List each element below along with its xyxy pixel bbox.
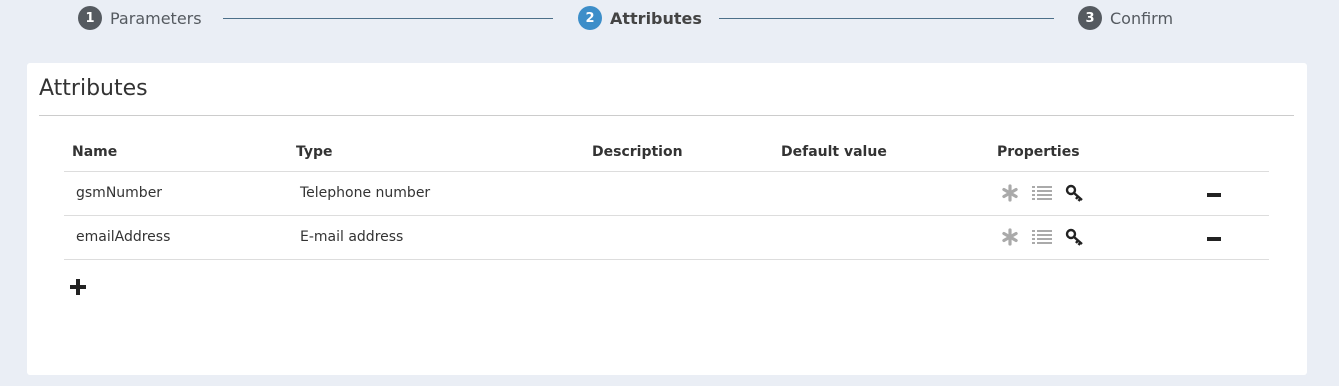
plus-icon[interactable]	[69, 278, 87, 300]
column-header-default-value: Default value	[781, 143, 887, 160]
column-header-type: Type	[296, 143, 333, 160]
attribute-name: emailAddress	[64, 214, 288, 260]
attribute-type: E-mail address	[288, 214, 584, 260]
attribute-description	[584, 214, 773, 260]
attribute-type: Telephone number	[288, 170, 584, 215]
attribute-actions	[1189, 170, 1269, 215]
step-number: 3	[1078, 6, 1102, 30]
table-header-row: Name Type Description Default value Prop…	[64, 133, 1269, 171]
key-icon[interactable]	[1065, 184, 1085, 202]
column-header-actions	[1189, 133, 1269, 171]
attribute-default-value	[773, 170, 989, 215]
step-attributes[interactable]: 2 Attributes	[578, 5, 702, 31]
step-label: Attributes	[610, 8, 702, 28]
asterisk-icon[interactable]	[1001, 228, 1019, 246]
table-row: gsmNumber Telephone number	[64, 170, 1269, 215]
step-label: Parameters	[110, 8, 202, 28]
list-icon[interactable]	[1032, 185, 1052, 201]
column-header-name: Name	[72, 143, 118, 160]
step-number: 2	[578, 6, 602, 30]
attribute-default-value	[773, 214, 989, 260]
wizard-stepper: 1 Parameters 2 Attributes 3 Confirm	[0, 0, 1339, 40]
column-header-description: Description	[592, 143, 683, 160]
asterisk-icon[interactable]	[1001, 184, 1019, 202]
attribute-properties	[989, 214, 1189, 260]
step-number: 1	[78, 6, 102, 30]
step-label: Confirm	[1110, 8, 1174, 28]
attribute-properties	[989, 170, 1189, 215]
minus-icon[interactable]	[1207, 237, 1221, 241]
attribute-actions	[1189, 214, 1269, 260]
attribute-name: gsmNumber	[64, 170, 288, 215]
attribute-description	[584, 170, 773, 215]
list-icon[interactable]	[1032, 229, 1052, 245]
step-connector	[223, 18, 553, 19]
card-title: Attributes	[39, 76, 148, 101]
step-parameters[interactable]: 1 Parameters	[78, 5, 202, 31]
column-header-properties: Properties	[997, 143, 1080, 160]
attributes-card: Attributes Name Type Description Default…	[27, 63, 1307, 375]
minus-icon[interactable]	[1207, 193, 1221, 197]
key-icon[interactable]	[1065, 228, 1085, 246]
step-connector	[719, 18, 1054, 19]
divider	[39, 115, 1294, 116]
step-confirm[interactable]: 3 Confirm	[1078, 5, 1173, 31]
attributes-table: Name Type Description Default value Prop…	[64, 133, 1269, 260]
table-row: emailAddress E-mail address	[64, 214, 1269, 260]
